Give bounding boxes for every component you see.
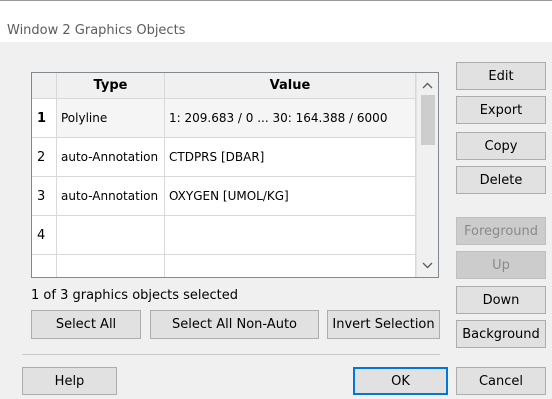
type-cell[interactable]	[57, 216, 165, 255]
type-cell[interactable]: auto-Annotation	[57, 138, 165, 177]
row-number[interactable]: 3	[32, 177, 57, 216]
export-button[interactable]: Export	[456, 96, 546, 124]
column-header-value[interactable]: Value	[165, 73, 416, 99]
window-title: Window 2 Graphics Objects	[7, 23, 186, 38]
value-cell[interactable]	[165, 255, 416, 277]
table-row[interactable]: 2 auto-Annotation CTDPRS [DBAR]	[32, 138, 416, 177]
invert-selection-button[interactable]: Invert Selection	[327, 310, 440, 339]
graphics-objects-dialog: Window 2 Graphics Objects Type Value 1 P…	[0, 0, 552, 399]
row-number[interactable]: 5	[32, 255, 57, 277]
select-all-button[interactable]: Select All	[31, 310, 141, 339]
value-cell[interactable]: CTDPRS [DBAR]	[165, 138, 416, 177]
table-row[interactable]: 5	[32, 255, 416, 277]
chevron-down-icon[interactable]	[417, 255, 438, 275]
value-cell[interactable]: 1: 209.683 / 0 ... 30: 164.388 / 6000	[165, 99, 416, 138]
delete-button[interactable]: Delete	[456, 166, 546, 194]
selection-status: 1 of 3 graphics objects selected	[31, 288, 239, 303]
row-number[interactable]: 4	[32, 216, 57, 255]
background-button[interactable]: Background	[456, 320, 546, 348]
table-row[interactable]: 1 Polyline 1: 209.683 / 0 ... 30: 164.38…	[32, 99, 416, 138]
value-cell[interactable]	[165, 216, 416, 255]
vertical-scrollbar[interactable]	[416, 73, 438, 277]
scrollbar-thumb[interactable]	[421, 95, 435, 145]
select-all-non-auto-button[interactable]: Select All Non-Auto	[150, 310, 319, 339]
ok-button[interactable]: OK	[353, 367, 448, 395]
type-cell[interactable]: Polyline	[57, 99, 165, 138]
graphics-objects-table[interactable]: Type Value 1 Polyline 1: 209.683 / 0 ...…	[31, 72, 439, 278]
table-row[interactable]: 3 auto-Annotation OXYGEN [UMOL/KG]	[32, 177, 416, 216]
chevron-up-icon[interactable]	[417, 75, 438, 95]
row-number-header	[32, 73, 57, 99]
cancel-button[interactable]: Cancel	[456, 367, 546, 395]
type-cell[interactable]	[57, 255, 165, 277]
column-header-type[interactable]: Type	[57, 73, 165, 99]
up-button[interactable]: Up	[456, 251, 546, 279]
down-button[interactable]: Down	[456, 286, 546, 314]
table-row[interactable]: 4	[32, 216, 416, 255]
type-cell[interactable]: auto-Annotation	[57, 177, 165, 216]
table-header: Type Value	[32, 73, 416, 99]
row-number[interactable]: 2	[32, 138, 57, 177]
divider	[22, 354, 440, 355]
row-number[interactable]: 1	[32, 99, 57, 138]
edit-button[interactable]: Edit	[456, 62, 546, 90]
copy-button[interactable]: Copy	[456, 132, 546, 160]
title-bar: Window 2 Graphics Objects	[0, 1, 552, 42]
help-button[interactable]: Help	[22, 367, 117, 395]
foreground-button[interactable]: Foreground	[456, 217, 546, 245]
value-cell[interactable]: OXYGEN [UMOL/KG]	[165, 177, 416, 216]
